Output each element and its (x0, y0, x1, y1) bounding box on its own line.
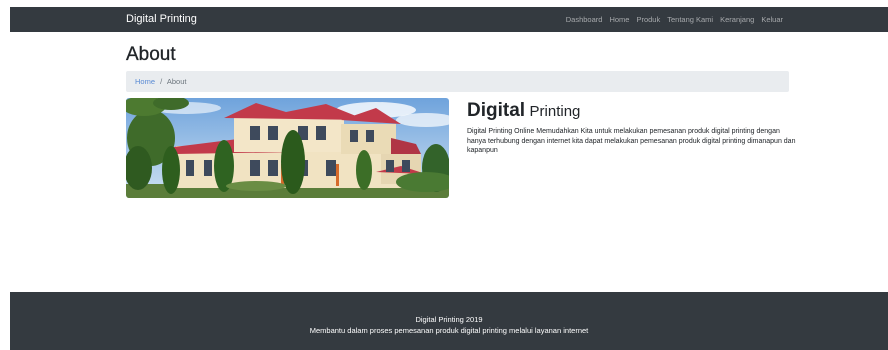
about-content: Digital Printing Digital Printing Online… (467, 100, 797, 156)
nav-link-keluar[interactable]: Keluar (761, 15, 783, 24)
breadcrumb-home-link[interactable]: Home (135, 77, 155, 86)
nav-link-tentang-kami[interactable]: Tentang Kami (667, 15, 713, 24)
breadcrumb-current: About (166, 77, 187, 86)
nav-link-home[interactable]: Home (609, 15, 629, 24)
about-description: Digital Printing Online Memudahkan Kita … (467, 128, 796, 155)
about-heading-light: Printing (529, 103, 581, 120)
breadcrumb: Home / About (126, 71, 789, 92)
footer-subtitle: Membantu dalam proses pemesanan produk d… (309, 326, 589, 335)
top-navbar: Digital Printing Dashboard Home Produk T… (10, 7, 888, 32)
page-title: About (126, 44, 176, 65)
nav-links: Dashboard Home Produk Tentang Kami Keran… (566, 15, 783, 24)
page: Digital Printing Dashboard Home Produk T… (10, 7, 888, 350)
navbar-brand[interactable]: Digital Printing (126, 13, 197, 25)
about-heading: Digital Printing (467, 100, 797, 123)
footer: Digital Printing 2019 Membantu dalam pro… (10, 292, 888, 350)
nav-link-dashboard[interactable]: Dashboard (566, 15, 603, 24)
building-photo (126, 98, 449, 198)
footer-title: Digital Printing 2019 (415, 315, 483, 324)
breadcrumb-separator: / (160, 77, 163, 86)
about-heading-bold: Digital (467, 100, 526, 121)
nav-link-keranjang[interactable]: Keranjang (720, 15, 754, 24)
nav-link-produk[interactable]: Produk (636, 15, 660, 24)
